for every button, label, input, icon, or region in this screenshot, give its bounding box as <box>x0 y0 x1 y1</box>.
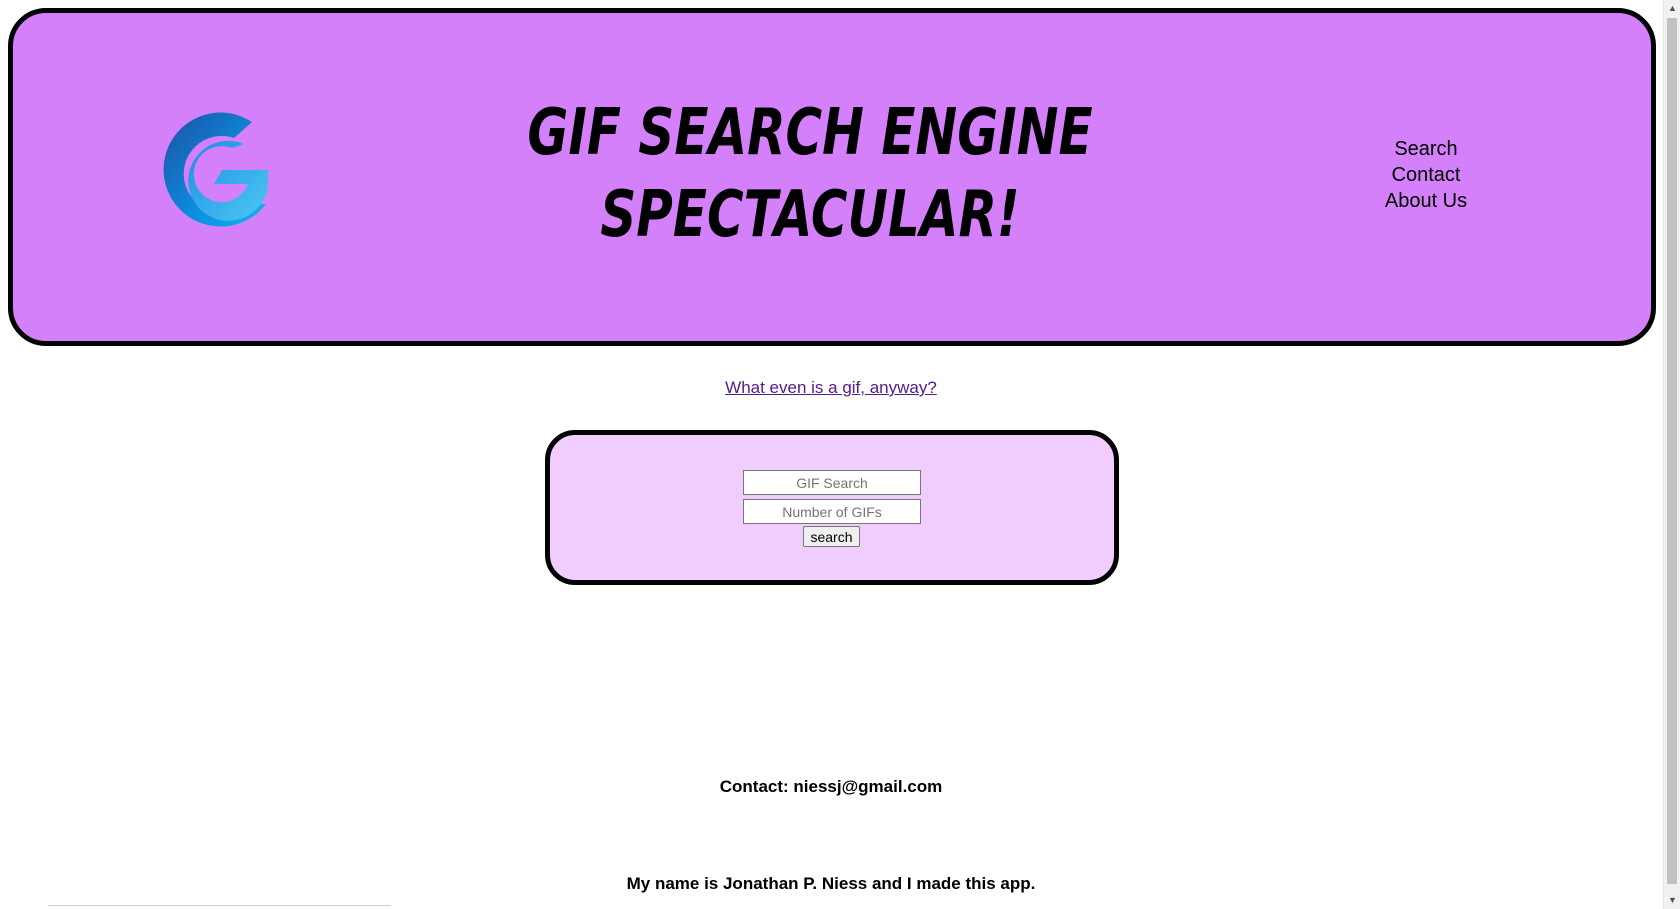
page-title: GIF SEARCH ENGINE SPECTACULAR! <box>527 96 1093 252</box>
nav-search-link[interactable]: Search <box>1356 136 1496 162</box>
number-of-gifs-input[interactable] <box>743 499 921 524</box>
search-button[interactable]: search <box>803 526 860 547</box>
nav-about-us-link[interactable]: About Us <box>1356 188 1496 214</box>
nav-contact-link[interactable]: Contact <box>1356 162 1496 188</box>
scroll-down-icon[interactable]: ▼ <box>1664 892 1680 909</box>
g-logo-icon <box>163 112 268 227</box>
main-nav: Search Contact About Us <box>1356 136 1496 214</box>
info-link-container: What even is a gif, anyway? <box>0 378 1662 398</box>
about-text: My name is Jonathan P. Niess and I made … <box>626 874 1036 893</box>
page: GIF SEARCH ENGINE SPECTACULAR! Search Co… <box>0 0 1680 909</box>
contact-text: Contact: niessj@gmail.com <box>719 777 943 796</box>
gif-search-input[interactable] <box>743 470 921 495</box>
scroll-thumb[interactable] <box>1667 18 1677 884</box>
what-is-gif-link[interactable]: What even is a gif, anyway? <box>725 378 937 397</box>
scroll-up-icon[interactable]: ▲ <box>1664 0 1680 17</box>
vertical-scrollbar[interactable]: ▲ ▼ <box>1663 0 1680 909</box>
divider <box>48 905 391 906</box>
